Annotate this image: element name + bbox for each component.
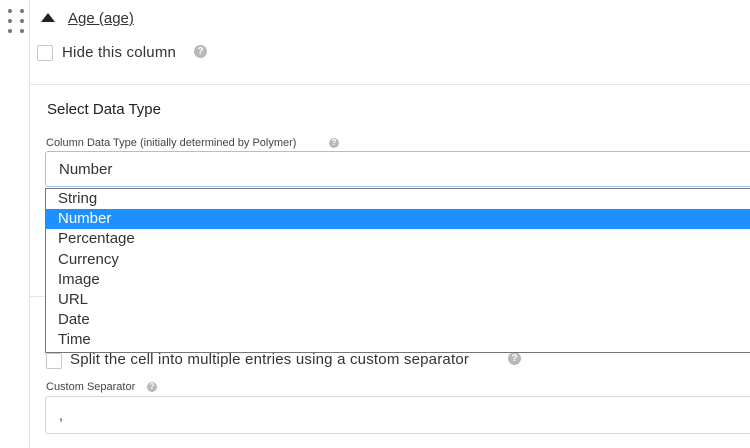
hide-column-checkbox[interactable] — [37, 45, 53, 61]
column-data-type-select[interactable]: Number — [45, 151, 750, 187]
question-circle-icon[interactable]: ? — [329, 138, 339, 148]
option-time[interactable]: Time — [46, 330, 750, 350]
option-number[interactable]: Number — [46, 209, 750, 230]
column-data-type-label: Column Data Type (initially determined b… — [46, 137, 297, 149]
panel-left-border — [29, 0, 30, 448]
question-circle-icon[interactable]: ? — [194, 45, 207, 58]
option-string[interactable]: String — [46, 189, 750, 209]
option-date[interactable]: Date — [46, 310, 750, 330]
question-circle-icon[interactable]: ? — [147, 382, 157, 392]
drag-handle-icon[interactable] — [7, 8, 24, 34]
column-settings-panel: Age (age) Hide this column ? Select Data… — [0, 0, 750, 448]
column-title-link[interactable]: Age (age) — [68, 10, 134, 27]
hide-column-label: Hide this column — [62, 44, 177, 61]
custom-separator-input[interactable] — [45, 396, 750, 434]
option-url[interactable]: URL — [46, 290, 750, 310]
section-divider — [30, 296, 46, 297]
split-cell-label: Split the cell into multiple entries usi… — [70, 351, 470, 368]
select-current-value: Number — [59, 161, 113, 178]
question-circle-icon[interactable]: ? — [508, 352, 521, 365]
custom-separator-label: Custom Separator — [46, 381, 136, 393]
option-currency[interactable]: Currency — [46, 250, 750, 270]
data-type-dropdown-list[interactable]: String Number Percentage Currency Image … — [45, 188, 750, 353]
caret-up-icon[interactable] — [41, 13, 55, 22]
section-divider — [30, 84, 750, 85]
split-cell-checkbox[interactable] — [46, 353, 62, 369]
option-image[interactable]: Image — [46, 270, 750, 290]
section-title-select-data-type: Select Data Type — [47, 101, 161, 118]
option-percentage[interactable]: Percentage — [46, 229, 750, 249]
